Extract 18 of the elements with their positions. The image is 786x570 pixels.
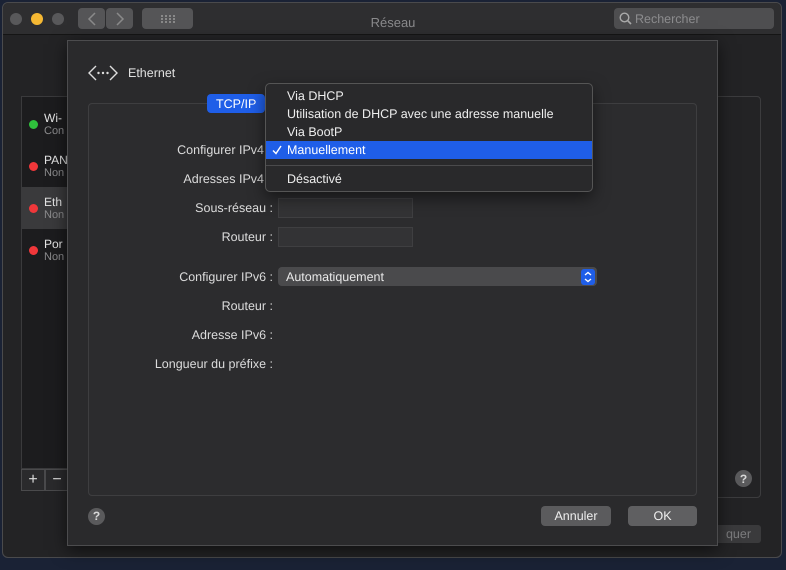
service-name: Ethernet (128, 66, 176, 80)
service-name: Por (44, 237, 64, 251)
field-label: Sous-réseau : (194, 200, 273, 214)
field-label: Longueur du préfixe : (154, 356, 273, 370)
field-label: Routeur : (220, 298, 273, 312)
service-name: Eth (44, 195, 64, 209)
field-label: Routeur : (220, 230, 273, 244)
window-title: Réseau (370, 15, 416, 30)
field-label: Configurer IPv4 (176, 142, 265, 156)
service-status: Non (44, 209, 64, 221)
service-name: PAN (44, 153, 68, 167)
field-label: Configurer IPv6 : (178, 270, 273, 284)
service-status: Con (44, 125, 64, 137)
service-status: Non (44, 251, 64, 263)
service-name: Wi- (44, 111, 63, 125)
field-label: Adresse IPv6 : (190, 328, 273, 342)
field-label: Adresses IPv4 (182, 172, 265, 186)
service-status: Non (44, 167, 66, 179)
